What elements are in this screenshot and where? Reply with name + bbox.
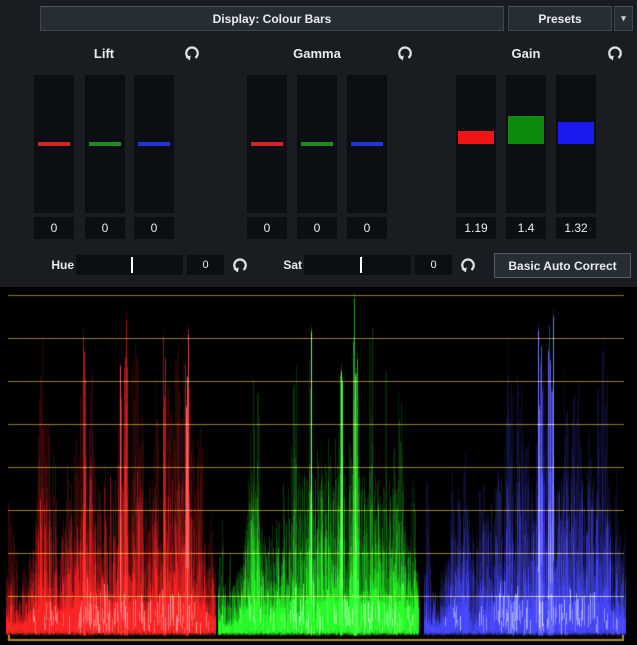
lift-blue-handle[interactable] [138,142,170,146]
sat-label: Sat [264,258,302,272]
lift-red-handle[interactable] [38,142,70,146]
gain-green-value[interactable]: 1.4 [506,217,546,239]
display-mode-label: Display: Colour Bars [213,12,332,26]
gain-blue-value[interactable]: 1.32 [556,217,596,239]
gamma-red-handle[interactable] [251,142,283,146]
lift-reset-button[interactable] [183,44,201,62]
reset-icon [459,256,477,274]
hue-reset-button[interactable] [231,256,249,274]
gain-green-slider[interactable] [506,75,546,213]
rgb-parade-waveform [0,287,637,645]
gamma-blue-slider[interactable] [347,75,387,213]
display-mode-button[interactable]: Display: Colour Bars [40,6,504,31]
gamma-red-value[interactable]: 0 [247,217,287,239]
gain-red-handle[interactable] [458,131,494,144]
lift-red-slider[interactable] [34,75,74,213]
gamma-green-handle[interactable] [301,142,333,146]
presets-dropdown-button[interactable]: ▾ [614,6,633,31]
reset-icon [183,44,201,62]
lift-red-value[interactable]: 0 [34,217,74,239]
gain-section-label: Gain [456,46,596,61]
gain-reset-button[interactable] [606,44,624,62]
gain-blue-slider[interactable] [556,75,596,213]
lift-green-value[interactable]: 0 [85,217,125,239]
lift-blue-slider[interactable] [134,75,174,213]
lift-section-label: Lift [34,46,174,61]
chevron-down-icon: ▾ [621,14,626,23]
gain-blue-handle[interactable] [558,122,594,144]
basic-auto-correct-label: Basic Auto Correct [508,259,616,273]
gamma-section-label: Gamma [247,46,387,61]
lift-blue-value[interactable]: 0 [134,217,174,239]
sat-value[interactable]: 0 [415,255,452,275]
gamma-green-value[interactable]: 0 [297,217,337,239]
gamma-blue-value[interactable]: 0 [347,217,387,239]
sat-handle[interactable] [360,257,362,273]
gain-red-value[interactable]: 1.19 [456,217,496,239]
presets-button[interactable]: Presets [508,6,612,31]
lift-green-slider[interactable] [85,75,125,213]
hue-handle[interactable] [131,257,133,273]
hue-label: Hue [36,258,74,272]
reset-icon [606,44,624,62]
gain-red-slider[interactable] [456,75,496,213]
presets-label: Presets [538,12,581,26]
lift-green-handle[interactable] [89,142,121,146]
basic-auto-correct-button[interactable]: Basic Auto Correct [494,253,631,278]
reset-icon [396,44,414,62]
gamma-blue-handle[interactable] [351,142,383,146]
reset-icon [231,256,249,274]
gain-green-handle[interactable] [508,116,544,144]
sat-reset-button[interactable] [459,256,477,274]
gamma-green-slider[interactable] [297,75,337,213]
gamma-red-slider[interactable] [247,75,287,213]
hue-slider[interactable] [76,255,183,275]
sat-slider[interactable] [304,255,411,275]
gamma-reset-button[interactable] [396,44,414,62]
hue-value[interactable]: 0 [187,255,224,275]
